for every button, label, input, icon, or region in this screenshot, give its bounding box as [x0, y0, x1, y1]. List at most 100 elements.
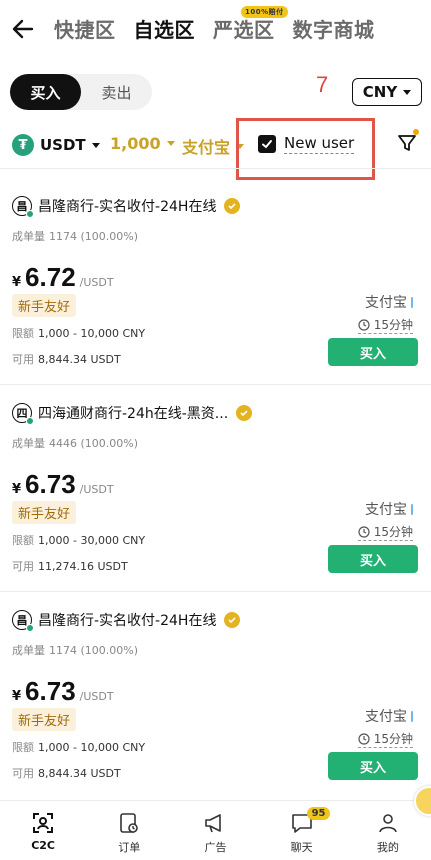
- newbie-friendly-tag: 新手友好: [12, 294, 77, 317]
- guarantee-badge: 100%赔付: [241, 6, 288, 18]
- price-unit: /USDT: [79, 483, 114, 496]
- merchant-name: 昌隆商行-实名收付-24H在线: [38, 613, 217, 629]
- merchant-row[interactable]: 昌 昌隆商行-实名收付-24H在线: [12, 610, 241, 632]
- merchant-avatar: 昌: [12, 196, 34, 218]
- order-stats: 成单量 4446 (100.00%): [12, 435, 138, 451]
- buy-toggle-button[interactable]: 买入: [10, 74, 81, 110]
- newbie-friendly-tag: 新手友好: [12, 501, 77, 524]
- back-arrow-icon[interactable]: [12, 16, 34, 42]
- currency-symbol: ¥: [12, 482, 22, 497]
- profile-icon: [379, 814, 397, 833]
- alipay-color-bar: [411, 503, 413, 515]
- tether-icon: ₮: [12, 134, 34, 156]
- price-unit: /USDT: [79, 276, 114, 289]
- payment-method: 支付宝: [365, 292, 413, 312]
- newbie-friendly-tag: 新手友好: [12, 708, 77, 731]
- listing-card: 四 四海通财商行-24h在线-黑资... 成单量 4446 (100.00%) ¥…: [0, 375, 431, 583]
- nav-label: 广告: [204, 841, 227, 854]
- currency-value: CNY: [362, 83, 398, 101]
- buy-button[interactable]: 买入: [328, 338, 418, 366]
- order-icon: [120, 813, 139, 833]
- payment-method: 支付宝: [365, 499, 413, 519]
- nav-chat[interactable]: 95 聊天: [259, 801, 345, 860]
- nav-orders[interactable]: 订单: [86, 801, 172, 860]
- sell-toggle-button[interactable]: 卖出: [81, 74, 152, 110]
- limit-value: 1,000 - 10,000 CNY: [38, 741, 146, 754]
- clock-icon: [358, 525, 370, 538]
- chevron-down-icon: [166, 141, 175, 146]
- tab-selected-zone[interactable]: 严选区 100%赔付: [213, 6, 288, 43]
- nav-c2c[interactable]: C2C: [0, 801, 86, 860]
- nav-ads[interactable]: 广告: [172, 801, 258, 860]
- orders-value: 1174 (100.00%): [49, 230, 139, 243]
- available-label: 可用: [12, 767, 34, 780]
- limit-value: 1,000 - 10,000 CNY: [38, 327, 146, 340]
- alipay-color-bar: [411, 710, 413, 722]
- currency-symbol: ¥: [12, 275, 22, 290]
- tab-custom-zone[interactable]: 自选区: [134, 14, 196, 43]
- listing-card: 昌 昌隆商行-实名收付-24H在线 成单量 1174 (100.00%) ¥ 6.…: [0, 168, 431, 376]
- nav-label: 订单: [118, 841, 141, 854]
- zone-tabs: 快捷区 自选区 严选区 100%赔付 数字商城: [54, 6, 375, 43]
- bottom-nav: C2C 订单 广告 95 聊天 我的: [0, 800, 431, 860]
- buy-button[interactable]: 买入: [328, 545, 418, 573]
- available-amount: 可用 8,844.34 USDT: [12, 765, 121, 781]
- limit-label: 限额: [12, 327, 34, 340]
- payment-value: 支付宝: [182, 138, 231, 157]
- online-dot: [26, 624, 34, 632]
- limit-value: 1,000 - 30,000 CNY: [38, 534, 146, 547]
- orders-value: 1174 (100.00%): [49, 644, 139, 657]
- orders-label: 成单量: [12, 437, 45, 450]
- verified-badge-icon: [224, 612, 241, 628]
- merchant-avatar: 昌: [12, 610, 34, 632]
- merchant-avatar: 四: [12, 403, 34, 425]
- available-value: 8,844.34 USDT: [38, 767, 121, 780]
- megaphone-icon: [205, 814, 222, 833]
- available-amount: 可用 8,844.34 USDT: [12, 351, 121, 367]
- limit-range: 限额 1,000 - 10,000 CNY: [12, 325, 145, 341]
- coin-selector[interactable]: ₮ USDT: [12, 134, 100, 156]
- price: ¥ 6.72 /USDT: [12, 262, 114, 293]
- payment-time-limit: 15分钟: [357, 730, 413, 748]
- merchant-row[interactable]: 昌 昌隆商行-实名收付-24H在线: [12, 196, 241, 218]
- price: ¥ 6.73 /USDT: [12, 469, 114, 500]
- filter-indicator-dot: [413, 129, 419, 135]
- amount-selector[interactable]: 1,000: [110, 134, 175, 153]
- buy-button[interactable]: 买入: [328, 752, 418, 780]
- amount-value: 1,000: [110, 134, 161, 153]
- new-user-checkbox[interactable]: New user: [258, 134, 355, 154]
- time-value: 15分钟: [373, 318, 413, 332]
- available-amount: 可用 11,274.16 USDT: [12, 558, 128, 574]
- online-dot: [26, 417, 34, 425]
- price-value: 6.72: [25, 262, 76, 292]
- available-label: 可用: [12, 353, 34, 366]
- limit-label: 限额: [12, 534, 34, 547]
- filter-funnel-icon[interactable]: [396, 132, 418, 154]
- tab-quick-zone[interactable]: 快捷区: [54, 14, 116, 43]
- currency-selector[interactable]: CNY: [352, 78, 422, 106]
- payment-method: 支付宝: [365, 706, 413, 726]
- limit-label: 限额: [12, 741, 34, 754]
- payment-method-label: 支付宝: [365, 502, 407, 518]
- c2c-icon: [33, 813, 54, 833]
- price-unit: /USDT: [79, 690, 114, 703]
- available-value: 8,844.34 USDT: [38, 353, 121, 366]
- verified-badge-icon: [224, 198, 241, 214]
- price-value: 6.73: [25, 469, 76, 499]
- merchant-name: 昌隆商行-实名收付-24H在线: [38, 199, 217, 215]
- merchant-row[interactable]: 四 四海通财商行-24h在线-黑资...: [12, 403, 253, 425]
- payment-selector[interactable]: 支付宝: [182, 134, 245, 158]
- tab-digital-mall[interactable]: 数字商城: [293, 14, 375, 43]
- payment-method-label: 支付宝: [365, 295, 407, 311]
- payment-time-limit: 15分钟: [357, 523, 413, 541]
- listing-card: 昌 昌隆商行-实名收付-24H在线 成单量 1174 (100.00%) ¥ 6.…: [0, 582, 431, 790]
- available-value: 11,274.16 USDT: [38, 560, 128, 573]
- annotation-number: 7: [316, 72, 329, 97]
- verified-badge-icon: [236, 405, 253, 421]
- time-value: 15分钟: [373, 525, 413, 539]
- chevron-down-icon: [403, 89, 412, 95]
- merchant-name: 四海通财商行-24h在线-黑资...: [38, 406, 229, 422]
- order-stats: 成单量 1174 (100.00%): [12, 228, 138, 244]
- nav-label: C2C: [31, 839, 55, 852]
- alipay-color-bar: [411, 296, 413, 308]
